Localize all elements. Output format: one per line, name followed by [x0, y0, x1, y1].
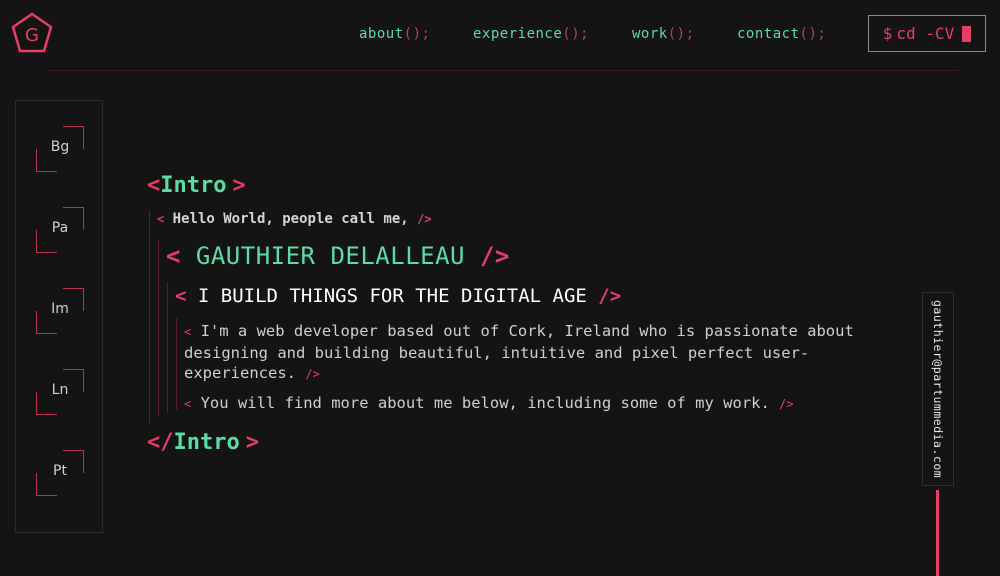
- nav-about[interactable]: about();: [359, 26, 430, 42]
- social-symbol: Im: [51, 301, 69, 317]
- nav-experience-label: experience: [473, 26, 563, 42]
- social-symbol: Bg: [50, 139, 70, 155]
- email-text: gauthier@partummedia.com: [931, 299, 945, 479]
- tag-bracket: />: [479, 242, 510, 270]
- tag-bracket: <: [184, 325, 192, 339]
- tagline-text: I BUILD THINGS FOR THE DIGITAL AGE: [197, 285, 587, 307]
- social-symbol: Pa: [51, 220, 69, 236]
- nav-about-suffix: ();: [403, 26, 431, 42]
- hello-text: Hello World, people call me,: [172, 211, 409, 227]
- nav-work-label: work: [632, 26, 668, 42]
- codepen-icon[interactable]: Pa: [36, 207, 84, 253]
- hello-line: < Hello World, people call me, />: [157, 211, 432, 227]
- logo-letter: G: [25, 25, 39, 46]
- intro-open-tag: <Intro >: [147, 173, 246, 198]
- cursor-block-icon: [962, 25, 972, 42]
- nav-experience[interactable]: experience();: [473, 26, 589, 42]
- tag-bracket: <: [184, 397, 192, 411]
- tag-bracket: <: [175, 285, 187, 307]
- nav-work-suffix: ();: [667, 26, 695, 42]
- indent-guide: [149, 210, 150, 423]
- tag-bracket: <: [157, 212, 165, 226]
- tag-bracket: />: [417, 212, 432, 226]
- tag-bracket: </: [147, 430, 174, 455]
- social-sidebar: Bg Pa Im Ln Pt: [15, 100, 103, 533]
- linkedin-icon[interactable]: Ln: [36, 369, 84, 415]
- cv-label: cd -CV: [896, 24, 955, 43]
- nav-work[interactable]: work();: [632, 26, 695, 42]
- intro-close-tag: </Intro >: [147, 430, 259, 455]
- tag-bracket: >: [245, 430, 259, 455]
- indent-guide: [167, 282, 168, 412]
- tag-bracket: <: [166, 242, 181, 270]
- tag-bracket: />: [305, 367, 320, 381]
- section-name: Intro: [173, 430, 240, 455]
- nav-about-label: about: [359, 26, 404, 42]
- paragraph-text: You will find more about me below, inclu…: [200, 394, 770, 412]
- tag-bracket: <: [147, 173, 161, 198]
- cv-prompt: $: [882, 24, 893, 43]
- tag-bracket: >: [232, 173, 246, 198]
- download-cv-button[interactable]: $ cd -CV: [868, 15, 986, 52]
- logo-hexagon-icon[interactable]: G: [8, 10, 56, 58]
- hero-tagline: < I BUILD THINGS FOR THE DIGITAL AGE />: [175, 285, 621, 307]
- github-icon[interactable]: Bg: [36, 126, 84, 172]
- nav-contact-label: contact: [737, 26, 800, 42]
- indent-guide: [158, 240, 159, 416]
- paragraph-text: I'm a web developer based out of Cork, I…: [184, 322, 854, 382]
- nav-contact-suffix: ();: [799, 26, 827, 42]
- nav-experience-suffix: ();: [562, 26, 590, 42]
- nav-contact[interactable]: contact();: [737, 26, 826, 42]
- social-symbol: Ln: [51, 382, 69, 398]
- tag-bracket: />: [779, 397, 794, 411]
- instagram-icon[interactable]: Im: [36, 288, 84, 334]
- indent-guide: [176, 318, 177, 410]
- section-name: Intro: [160, 173, 227, 198]
- hero-name: < GAUTHIER DELALLEAU />: [166, 242, 510, 270]
- intro-paragraph: < You will find more about me below, inc…: [184, 393, 864, 415]
- tag-bracket: />: [598, 285, 622, 307]
- header-divider: [48, 70, 958, 71]
- email-accent-line: [936, 490, 939, 576]
- twitter-icon[interactable]: Pt: [36, 450, 84, 496]
- intro-paragraph: < I'm a web developer based out of Cork,…: [184, 321, 864, 385]
- name-text: GAUTHIER DELALLEAU: [195, 242, 465, 270]
- email-link[interactable]: gauthier@partummedia.com: [922, 292, 954, 486]
- social-symbol: Pt: [53, 463, 67, 479]
